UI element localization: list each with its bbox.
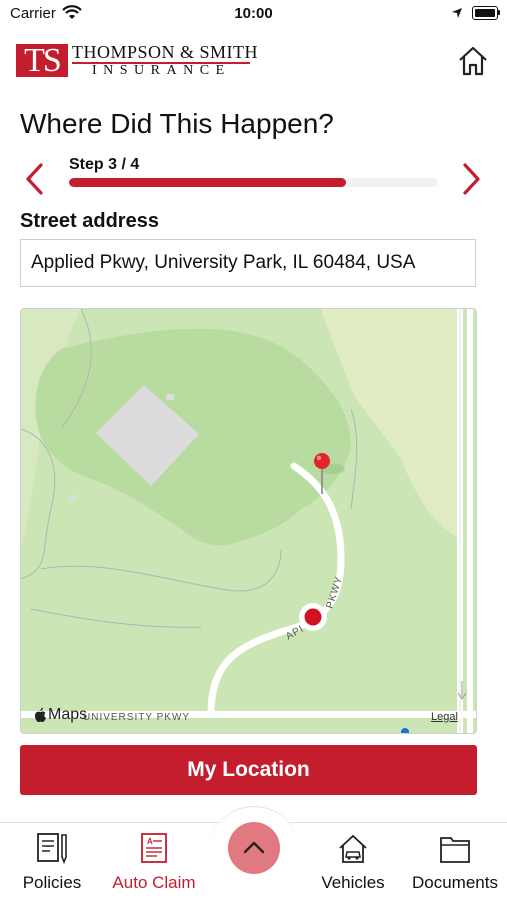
map-view[interactable]: PKWY API UNIVERSITY PKWY Maps Legal bbox=[20, 308, 477, 734]
svg-text:A: A bbox=[147, 837, 153, 846]
legal-link[interactable]: Legal bbox=[431, 711, 458, 723]
road-label-university: UNIVERSITY PKWY bbox=[83, 712, 190, 723]
policies-icon bbox=[37, 833, 67, 865]
my-location-button[interactable]: My Location bbox=[20, 745, 477, 795]
documents-icon bbox=[440, 837, 470, 863]
home-icon[interactable] bbox=[456, 44, 490, 78]
location-arrow-icon bbox=[452, 8, 462, 18]
battery-tip bbox=[498, 10, 500, 15]
map-canvas: PKWY API UNIVERSITY PKWY bbox=[21, 309, 476, 733]
chevron-up-icon bbox=[243, 841, 265, 854]
tab-label-policies: Policies bbox=[22, 873, 82, 892]
street-address-label: Street address bbox=[20, 210, 159, 232]
next-step-icon[interactable] bbox=[458, 162, 484, 196]
auto-claim-icon: A bbox=[141, 833, 167, 863]
dropped-pin-icon[interactable] bbox=[314, 453, 330, 469]
page-title: Where Did This Happen? bbox=[20, 108, 334, 139]
vehicles-icon bbox=[339, 834, 367, 863]
tab-policies[interactable]: Policies bbox=[2, 831, 102, 893]
clock: 10:00 bbox=[234, 5, 273, 22]
status-bar: Carrier 10:00 bbox=[0, 0, 507, 28]
logo-name: THOMPSON & SMITH bbox=[72, 42, 259, 62]
tab-label-auto-claim: Auto Claim bbox=[112, 873, 196, 892]
tab-auto-claim[interactable]: A Auto Claim bbox=[104, 831, 204, 893]
tab-label-vehicles: Vehicles bbox=[321, 873, 385, 892]
logo-sub: INSURANCE bbox=[92, 63, 231, 78]
previous-step-icon[interactable] bbox=[22, 162, 48, 196]
step-progress-fill bbox=[69, 178, 346, 187]
street-address-input[interactable] bbox=[20, 239, 476, 287]
tab-vehicles[interactable]: Vehicles bbox=[303, 831, 403, 893]
maps-attribution: Maps bbox=[48, 706, 88, 723]
logo-initials: TS bbox=[16, 44, 68, 78]
tab-documents[interactable]: Documents bbox=[405, 831, 505, 893]
tab-label-documents: Documents bbox=[412, 873, 498, 892]
step-progress-bar bbox=[69, 178, 438, 187]
expand-menu-button[interactable] bbox=[228, 822, 280, 874]
step-label: Step 3 / 4 bbox=[69, 156, 140, 173]
apple-logo-icon bbox=[35, 707, 46, 722]
battery-icon bbox=[472, 6, 498, 20]
